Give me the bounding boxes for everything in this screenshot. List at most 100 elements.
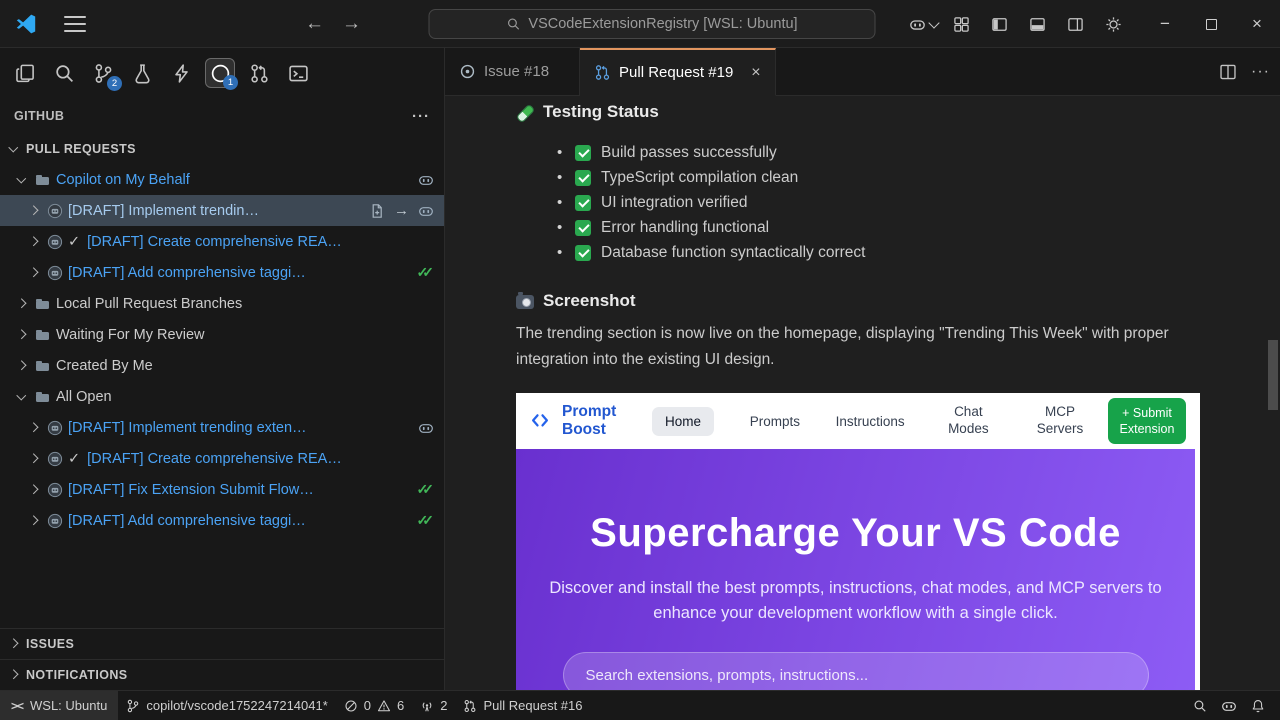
close-button[interactable]: ×: [1234, 0, 1280, 48]
tree-item-pr-add-tagging[interactable]: [DRAFT] Add comprehensive taggi… ✓✓: [0, 257, 444, 288]
branch-status[interactable]: copilot/vscode1752247214041*: [118, 691, 335, 720]
remote-indicator[interactable]: >< WSL: Ubuntu: [0, 691, 118, 720]
checklist-item: • Database function syntactically correct: [557, 240, 1250, 265]
github-icon[interactable]: 1: [205, 58, 235, 88]
chevron-right-icon: [26, 234, 42, 250]
copilot-avatar-icon: [47, 265, 63, 281]
customize-layout-icon[interactable]: [945, 9, 977, 39]
search-activity-icon[interactable]: [49, 58, 79, 88]
chevron-down-icon: [928, 17, 939, 28]
bullet-icon: •: [557, 244, 565, 261]
copilot-avatar-icon: [47, 234, 63, 250]
explorer-icon[interactable]: [10, 58, 40, 88]
bullet-icon: •: [557, 144, 565, 161]
chevron-right-icon: [26, 420, 42, 436]
pull-request-status[interactable]: Pull Request #16: [455, 691, 590, 720]
folder-icon: [35, 172, 51, 188]
tree-item-all-open[interactable]: All Open: [0, 381, 444, 412]
copilot-menu-button[interactable]: [907, 9, 939, 39]
section-label: PULL REQUESTS: [26, 142, 136, 156]
minimize-button[interactable]: −: [1142, 0, 1188, 48]
maximize-button[interactable]: [1188, 0, 1234, 48]
tree-item-pr-add-tagging-2[interactable]: [DRAFT] Add comprehensive taggi… ✓✓: [0, 505, 444, 536]
copilot-icon[interactable]: [418, 203, 434, 219]
tab-label: Issue #18: [484, 63, 549, 80]
copilot-status-icon[interactable]: [1214, 691, 1244, 720]
tab-issue-18[interactable]: Issue #18: [445, 48, 580, 95]
source-control-icon[interactable]: 2: [88, 58, 118, 88]
tree-item-copilot-on-my-behalf[interactable]: Copilot on My Behalf: [0, 164, 444, 195]
tab-label: Pull Request #19: [619, 64, 733, 81]
tree-item-created-by-me[interactable]: Created By Me: [0, 350, 444, 381]
testing-icon[interactable]: [127, 58, 157, 88]
section-issues[interactable]: ISSUES: [0, 628, 444, 659]
embed-nav: Home Prompts Instructions Chat Modes MCP…: [652, 404, 1088, 438]
embed-nav-mcp-servers: MCP Servers: [1032, 404, 1088, 438]
tree-item-pr-implement-trending[interactable]: [DRAFT] Implement trendin… →: [0, 195, 444, 226]
chevron-right-icon: [14, 296, 30, 312]
more-actions-icon[interactable]: ···: [412, 108, 430, 125]
split-editor-icon[interactable]: [1219, 63, 1237, 81]
tree-item-pr-create-readme-2[interactable]: ✓ [DRAFT] Create comprehensive REA…: [0, 443, 444, 474]
title-bar: ← → VSCodeExtensionRegistry [WSL: Ubuntu…: [0, 0, 1280, 48]
checklist-text: Error handling functional: [601, 219, 769, 237]
checklist-text: UI integration verified: [601, 194, 747, 212]
checklist-text: Build passes successfully: [601, 144, 777, 162]
pull-request-icon: [594, 64, 611, 81]
command-center[interactable]: VSCodeExtensionRegistry [WSL: Ubuntu]: [429, 9, 876, 39]
open-description-icon[interactable]: [369, 203, 385, 219]
actions-lightning-icon[interactable]: [166, 58, 196, 88]
tree-item-pr-fix-submit-flow[interactable]: [DRAFT] Fix Extension Submit Flow… ✓✓: [0, 474, 444, 505]
section-notifications[interactable]: NOTIFICATIONS: [0, 659, 444, 690]
copilot-avatar-icon: [47, 203, 63, 219]
tree-item-waiting-for-review[interactable]: Waiting For My Review: [0, 319, 444, 350]
tree-item-local-branches[interactable]: Local Pull Request Branches: [0, 288, 444, 319]
checklist-text: Database function syntactically correct: [601, 244, 865, 262]
terminal-icon[interactable]: [283, 58, 313, 88]
tab-pull-request-19[interactable]: Pull Request #19 ×: [580, 48, 776, 96]
editor-scrollbar[interactable]: [1268, 340, 1278, 410]
chevron-right-icon: [26, 482, 42, 498]
chevron-right-icon: [26, 203, 42, 219]
tree-item-label: All Open: [56, 389, 112, 405]
pull-requests-icon[interactable]: [244, 58, 274, 88]
embed-search-bar: Search extensions, prompts, instructions…: [563, 652, 1149, 690]
tree-item-pr-implement-trending-2[interactable]: [DRAFT] Implement trending exten…: [0, 412, 444, 443]
embedded-screenshot-image[interactable]: Prompt Boost Home Prompts Instructions C…: [516, 393, 1200, 690]
section-pull-requests[interactable]: PULL REQUESTS: [0, 134, 444, 164]
bullet-icon: •: [557, 194, 565, 211]
tree-item-label: [DRAFT] Fix Extension Submit Flow…: [68, 482, 314, 498]
tree-item-pr-create-readme[interactable]: ✓ [DRAFT] Create comprehensive REA…: [0, 226, 444, 257]
back-icon[interactable]: ←: [305, 13, 324, 35]
tree-item-label: Local Pull Request Branches: [56, 296, 242, 312]
toggle-secondary-sidebar-icon[interactable]: [1059, 9, 1091, 39]
checks-passed-icon: ✓✓: [417, 481, 434, 498]
editor-more-actions-icon[interactable]: ···: [1251, 63, 1270, 81]
embed-nav-prompts: Prompts: [750, 414, 800, 429]
settings-gear-icon[interactable]: [1097, 9, 1129, 39]
tree-item-label: Created By Me: [56, 358, 153, 374]
heading-text: Testing Status: [543, 102, 659, 122]
search-icon: [506, 17, 520, 31]
screenshot-heading: Screenshot: [516, 289, 1250, 313]
ports-status[interactable]: 2: [412, 691, 455, 720]
screenshot-paragraph: The trending section is now live on the …: [516, 321, 1171, 373]
chevron-right-icon: [6, 636, 22, 652]
copilot-avatar-icon: [47, 513, 63, 529]
checkout-arrow-icon[interactable]: →: [394, 202, 409, 219]
zoom-icon[interactable]: [1186, 691, 1214, 720]
activity-bar: 2 1: [0, 48, 444, 98]
close-tab-icon[interactable]: ×: [751, 64, 760, 82]
embed-hero-subtitle: Discover and install the best prompts, i…: [540, 576, 1172, 626]
menu-icon[interactable]: [62, 14, 88, 34]
remote-label: WSL: Ubuntu: [30, 698, 107, 713]
problems-status[interactable]: 0 6: [336, 691, 412, 720]
checked-checkbox-icon: [575, 195, 591, 211]
vscode-logo-icon: [14, 12, 38, 36]
toggle-panel-icon[interactable]: [1021, 9, 1053, 39]
notifications-bell-icon[interactable]: [1244, 691, 1272, 720]
toggle-sidebar-icon[interactable]: [983, 9, 1015, 39]
source-control-badge: 2: [107, 76, 122, 91]
forward-icon[interactable]: →: [342, 13, 361, 35]
chevron-right-icon: [26, 513, 42, 529]
